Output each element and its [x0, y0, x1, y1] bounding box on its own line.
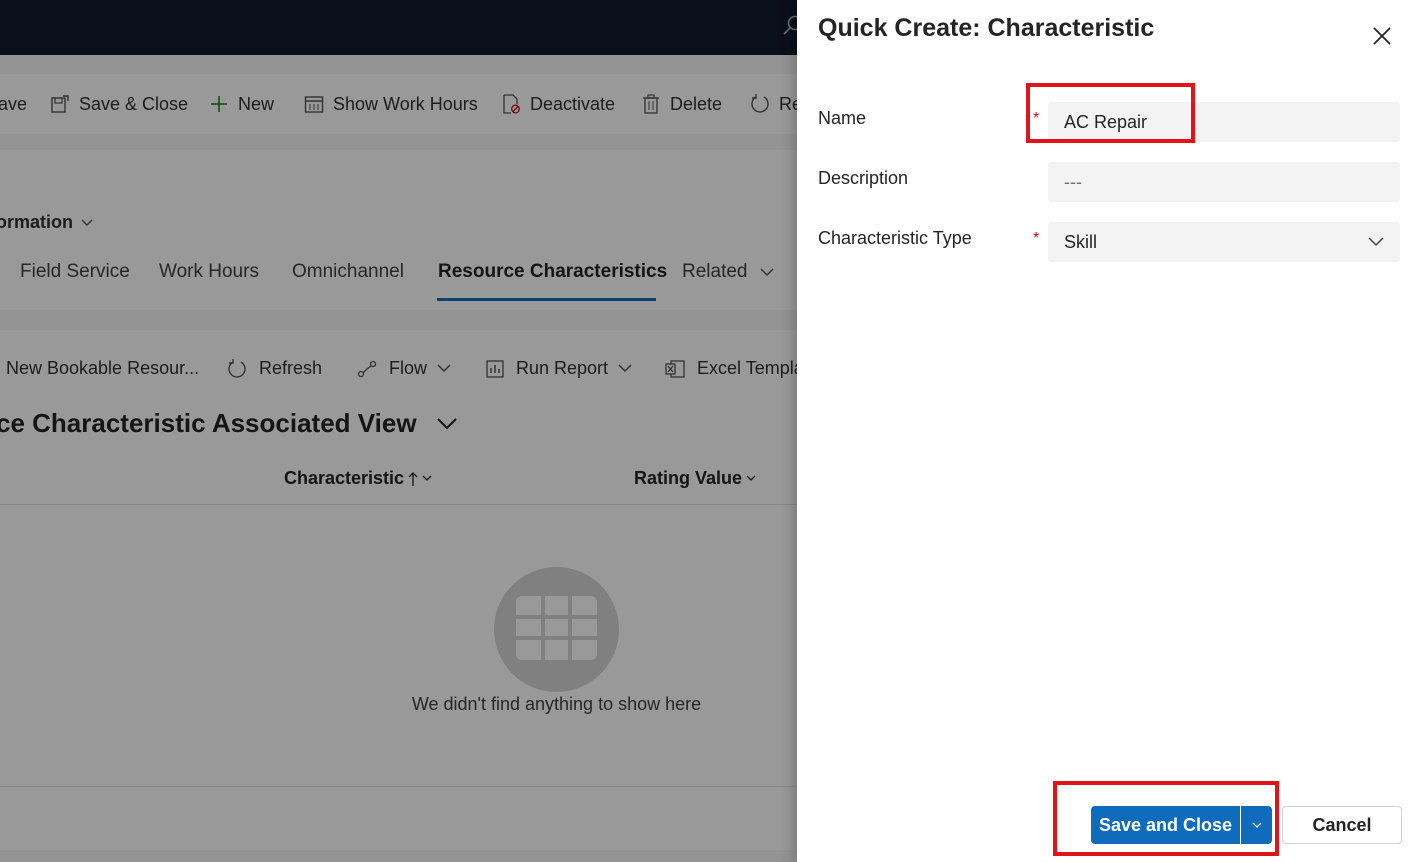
description-field[interactable]: --- [1048, 162, 1400, 202]
characteristic-type-label: Characteristic Type [818, 228, 972, 248]
cancel-label: Cancel [1312, 814, 1372, 835]
chevron-down-icon [1368, 237, 1384, 247]
description-label: Description [818, 168, 909, 188]
panel-title: Quick Create: Characteristic [818, 14, 1155, 42]
save-and-close-label: Save and Close [1098, 814, 1233, 835]
chevron-down-icon [1252, 822, 1261, 828]
save-and-close-button[interactable]: Save and Close [1091, 806, 1240, 844]
characteristic-type-value: Skill [1064, 231, 1098, 252]
description-placeholder: --- [1064, 171, 1082, 192]
required-marker: * [1033, 110, 1040, 127]
required-marker: * [1033, 230, 1040, 247]
background-app: ave Save & Close New Show Work Hours Dea… [0, 0, 797, 862]
characteristic-type-select[interactable]: Skill [1048, 222, 1400, 262]
cancel-button[interactable]: Cancel [1282, 806, 1402, 844]
close-icon[interactable] [1370, 24, 1394, 48]
name-field[interactable]: AC Repair [1048, 102, 1400, 142]
save-options-dropdown[interactable] [1241, 806, 1272, 844]
name-label: Name [818, 108, 867, 128]
quick-create-panel: Quick Create: Characteristic Name * AC R… [797, 0, 1417, 862]
name-field-value: AC Repair [1064, 111, 1148, 132]
modal-overlay[interactable] [0, 0, 797, 862]
